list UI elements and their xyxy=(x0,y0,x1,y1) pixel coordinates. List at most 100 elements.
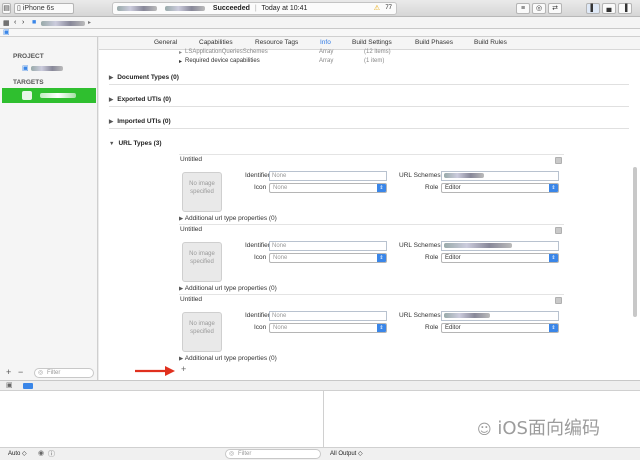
build-result: Succeeded xyxy=(212,5,250,12)
breadcrumb-chevron-icon: ▸ xyxy=(88,20,92,26)
icon-popup[interactable]: None ⇕ xyxy=(269,323,387,333)
back-icon[interactable]: ‹ xyxy=(14,19,16,26)
plist-value: (12 items) xyxy=(364,49,391,55)
redacted-target-name xyxy=(40,93,76,98)
redacted-project-name xyxy=(30,65,63,71)
redacted-scheme xyxy=(444,242,512,248)
tab-build-settings[interactable]: Build Settings xyxy=(352,39,392,46)
project-item[interactable]: ▣ xyxy=(22,64,63,72)
delete-url-type-icon[interactable] xyxy=(555,157,562,164)
additional-properties-toggle[interactable]: ▶ Additional url type properties (0) xyxy=(179,355,277,362)
debug-area-toggle-icon[interactable]: ▄ xyxy=(602,3,616,14)
watermark: ☺ iOS面向编码 xyxy=(477,414,600,440)
arrow-annotation-icon xyxy=(135,366,175,376)
disclosure-collapsed-icon: ▶ xyxy=(179,356,184,362)
delete-url-type-icon[interactable] xyxy=(555,227,562,234)
forward-icon[interactable]: › xyxy=(22,19,24,26)
console-output-selector[interactable]: All Output ◇ xyxy=(330,450,363,457)
variables-scope-selector[interactable]: Auto ◇ xyxy=(8,450,27,457)
hide-debug-area-icon[interactable]: ▣ xyxy=(6,381,13,391)
url-type-image-well[interactable]: No image specified xyxy=(182,242,222,282)
quick-look-icon[interactable]: ◉ xyxy=(38,449,44,457)
delete-url-type-icon[interactable] xyxy=(555,297,562,304)
plist-row[interactable]: ▸ Required device capabilities Array (1 … xyxy=(179,58,429,67)
section-title: Imported UTIs (0) xyxy=(117,118,171,125)
utilities-toggle-icon[interactable]: ▐ xyxy=(618,3,632,14)
debug-bar: ▣ xyxy=(0,381,640,391)
url-schemes-field[interactable] xyxy=(441,311,559,321)
app-target-icon xyxy=(22,91,32,100)
breakpoints-icon[interactable] xyxy=(23,383,33,389)
disclosure-collapsed-icon: ▶ xyxy=(109,75,114,81)
redacted-scheme xyxy=(444,172,484,178)
tab-info[interactable]: Info xyxy=(320,39,331,46)
info-icon[interactable]: ⓘ xyxy=(48,449,55,459)
plist-expand-icon[interactable]: ▸ xyxy=(179,49,182,56)
section-document-types[interactable]: ▶ Document Types (0) xyxy=(109,71,629,85)
section-imported-utis[interactable]: ▶ Imported UTIs (0) xyxy=(109,115,629,129)
navigator-toggle-icon[interactable]: ▌ xyxy=(586,3,600,14)
url-type-image-well[interactable]: No image specified xyxy=(182,312,222,352)
plist-expand-icon[interactable]: ▸ xyxy=(179,58,182,65)
sidebar-filter-field[interactable]: Filter xyxy=(34,368,94,378)
additional-properties-label: Additional url type properties (0) xyxy=(184,215,277,222)
url-type-title: Untitled xyxy=(180,226,203,233)
identifier-field[interactable]: None xyxy=(269,171,387,181)
sidebar-toggle-icon[interactable]: ▤ xyxy=(2,3,11,14)
role-popup[interactable]: Editor ⇕ xyxy=(441,183,559,193)
disclosure-collapsed-icon: ▶ xyxy=(109,119,114,125)
tab-general[interactable]: General xyxy=(154,39,177,46)
scheme-selector[interactable]: ▯ iPhone 6s xyxy=(14,3,74,14)
disclosure-expanded-icon: ▼ xyxy=(109,141,115,147)
role-popup-value: Editor xyxy=(445,325,461,331)
project-header: PROJECT xyxy=(13,53,44,60)
add-url-type-button[interactable]: + xyxy=(181,364,186,374)
add-target-button[interactable]: + xyxy=(6,367,11,377)
identifier-label: Identifier xyxy=(245,242,270,249)
version-editor-icon[interactable]: ⇄ xyxy=(548,3,562,14)
target-item-selected[interactable] xyxy=(2,88,96,103)
role-popup[interactable]: Editor ⇕ xyxy=(441,323,559,333)
plist-row[interactable]: ▸ LSApplicationQueriesSchemes Array (12 … xyxy=(179,49,429,58)
remove-target-button[interactable]: − xyxy=(18,367,23,377)
section-url-types[interactable]: ▼ URL Types (3) xyxy=(109,137,629,151)
identifier-field[interactable]: None xyxy=(269,311,387,321)
additional-properties-toggle[interactable]: ▶ Additional url type properties (0) xyxy=(179,215,277,222)
url-type-image-well[interactable]: No image specified xyxy=(182,172,222,212)
url-schemes-label: URL Schemes xyxy=(399,312,441,319)
redacted-breadcrumb[interactable] xyxy=(41,21,85,26)
editor-scrollbar[interactable] xyxy=(633,167,637,317)
url-schemes-field[interactable] xyxy=(441,171,559,181)
wechat-icon: ☺ xyxy=(477,422,492,438)
plist-value: (1 item) xyxy=(364,58,385,64)
variables-filter-field[interactable]: Filter xyxy=(225,449,321,459)
url-type-title: Untitled xyxy=(180,296,203,303)
section-exported-utis[interactable]: ▶ Exported UTIs (0) xyxy=(109,93,629,107)
additional-properties-label: Additional url type properties (0) xyxy=(184,355,277,362)
standard-editor-icon[interactable]: ≡ xyxy=(516,3,530,14)
tab-build-rules[interactable]: Build Rules xyxy=(474,39,507,46)
url-type-entry: Untitled No image specified Identifier N… xyxy=(179,154,564,222)
role-popup[interactable]: Editor ⇕ xyxy=(441,253,559,263)
popup-chevron-icon: ⇕ xyxy=(377,184,386,192)
additional-properties-toggle[interactable]: ▶ Additional url type properties (0) xyxy=(179,285,277,292)
additional-properties-label: Additional url type properties (0) xyxy=(184,285,277,292)
icon-popup[interactable]: None ⇕ xyxy=(269,253,387,263)
plist-type: Array xyxy=(319,58,334,64)
url-type-entry: Untitled No image specified Identifier N… xyxy=(179,294,564,362)
identifier-label: Identifier xyxy=(245,312,270,319)
icon-popup[interactable]: None ⇕ xyxy=(269,183,387,193)
hide-targets-icon[interactable]: ▣ xyxy=(3,29,10,37)
identifier-field[interactable]: None xyxy=(269,241,387,251)
section-title: Document Types (0) xyxy=(117,74,179,81)
tab-capabilities[interactable]: Capabilities xyxy=(199,39,233,46)
related-items-icon[interactable]: ▦ xyxy=(3,19,10,27)
device-name: iPhone 6s xyxy=(22,5,54,12)
icon-label: Icon xyxy=(254,324,267,331)
tab-resource-tags[interactable]: Resource Tags xyxy=(255,39,298,46)
tab-build-phases[interactable]: Build Phases xyxy=(415,39,453,46)
assistant-editor-icon[interactable]: ◎ xyxy=(532,3,546,14)
redacted-scheme xyxy=(444,312,490,318)
url-schemes-field[interactable] xyxy=(441,241,559,251)
warning-icon[interactable]: ⚠ xyxy=(374,3,380,14)
